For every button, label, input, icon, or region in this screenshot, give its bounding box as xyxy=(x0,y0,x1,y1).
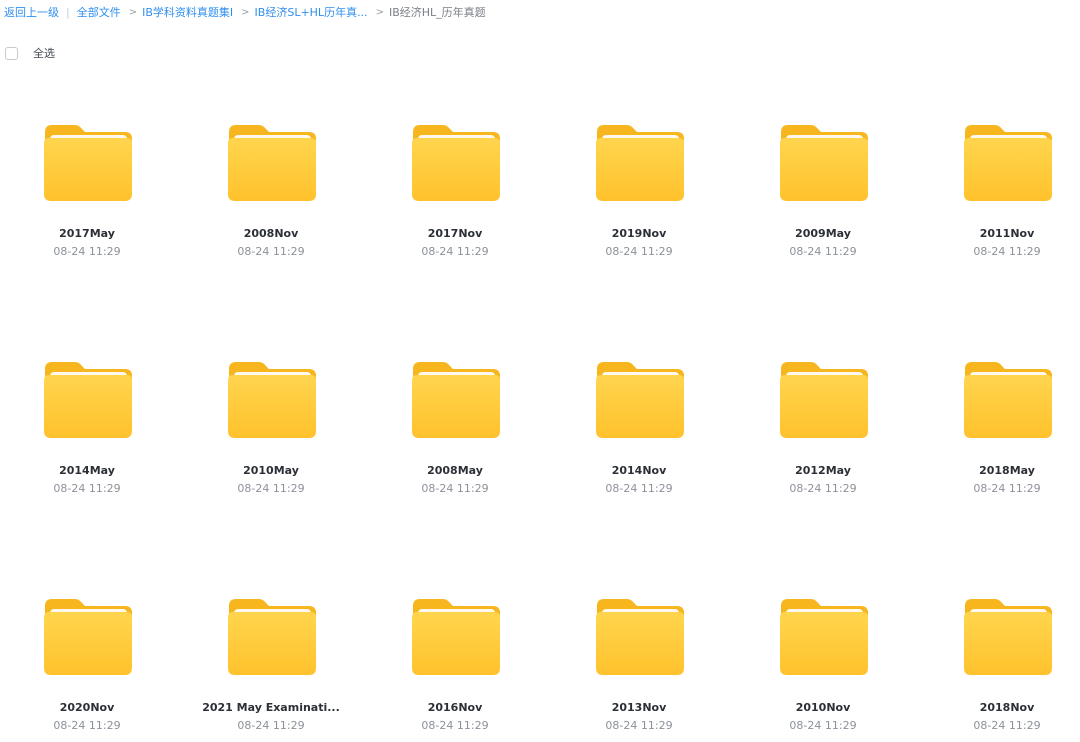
folder-icon xyxy=(964,362,1052,438)
folder-icon xyxy=(596,362,684,438)
folder-date: 08-24 11:29 xyxy=(605,719,673,732)
folder-name: 2010Nov xyxy=(795,701,851,714)
folder-item[interactable]: 2009May 08-24 11:29 xyxy=(748,124,898,264)
folder-item[interactable]: 2018Nov 08-24 11:29 xyxy=(932,598,1080,738)
folder-icon xyxy=(964,599,1052,675)
folder-name: 2008May xyxy=(427,464,483,477)
folder-name: 2010May xyxy=(243,464,299,477)
folder-date: 08-24 11:29 xyxy=(789,719,857,732)
folder-item[interactable]: 2014Nov 08-24 11:29 xyxy=(564,361,714,501)
folder-item[interactable]: 2017May 08-24 11:29 xyxy=(12,124,162,264)
folder-icon xyxy=(780,599,868,675)
folder-icon xyxy=(228,125,316,201)
folder-item[interactable]: 2008May 08-24 11:29 xyxy=(380,361,530,501)
folder-date: 08-24 11:29 xyxy=(605,482,673,495)
folder-icon xyxy=(44,599,132,675)
folder-item[interactable]: 2016Nov 08-24 11:29 xyxy=(380,598,530,738)
folder-date: 08-24 11:29 xyxy=(53,719,121,732)
folder-date: 08-24 11:29 xyxy=(421,245,489,258)
folder-date: 08-24 11:29 xyxy=(237,482,305,495)
folder-icon xyxy=(44,362,132,438)
folder-date: 08-24 11:29 xyxy=(605,245,673,258)
folder-item[interactable]: 2018May 08-24 11:29 xyxy=(932,361,1080,501)
folder-name: 2009May xyxy=(795,227,851,240)
folder-icon xyxy=(44,125,132,201)
folder-name: 2021 May Examinati... xyxy=(202,701,340,714)
folder-item[interactable]: 2020Nov 08-24 11:29 xyxy=(12,598,162,738)
folder-name: 2008Nov xyxy=(243,227,299,240)
file-grid: 2017May 08-24 11:29 2008Nov 08-24 11:29 xyxy=(0,0,1080,742)
folder-name: 2020Nov xyxy=(59,701,115,714)
folder-name: 2017May xyxy=(59,227,115,240)
folder-icon xyxy=(228,599,316,675)
folder-date: 08-24 11:29 xyxy=(53,245,121,258)
folder-name: 2014Nov xyxy=(611,464,667,477)
folder-date: 08-24 11:29 xyxy=(421,719,489,732)
folder-item[interactable]: 2014May 08-24 11:29 xyxy=(12,361,162,501)
folder-date: 08-24 11:29 xyxy=(973,245,1041,258)
folder-date: 08-24 11:29 xyxy=(237,719,305,732)
folder-item[interactable]: 2013Nov 08-24 11:29 xyxy=(564,598,714,738)
folder-name: 2014May xyxy=(59,464,115,477)
folder-icon xyxy=(964,125,1052,201)
folder-name: 2012May xyxy=(795,464,851,477)
folder-icon xyxy=(228,362,316,438)
folder-name: 2011Nov xyxy=(979,227,1035,240)
folder-date: 08-24 11:29 xyxy=(789,482,857,495)
folder-icon xyxy=(596,599,684,675)
folder-icon xyxy=(412,125,500,201)
folder-date: 08-24 11:29 xyxy=(53,482,121,495)
folder-name: 2018Nov xyxy=(979,701,1035,714)
file-browser: 返回上一级 | 全部文件 > IB学科资料真题集I > IB经济SL+HL历年真… xyxy=(0,0,1080,742)
folder-name: 2017Nov xyxy=(427,227,483,240)
folder-date: 08-24 11:29 xyxy=(789,245,857,258)
folder-item[interactable]: 2021 May Examinati... 08-24 11:29 xyxy=(196,598,346,738)
folder-date: 08-24 11:29 xyxy=(421,482,489,495)
folder-date: 08-24 11:29 xyxy=(237,245,305,258)
folder-name: 2016Nov xyxy=(427,701,483,714)
folder-item[interactable]: 2012May 08-24 11:29 xyxy=(748,361,898,501)
folder-icon xyxy=(780,362,868,438)
folder-name: 2013Nov xyxy=(611,701,667,714)
folder-icon xyxy=(412,599,500,675)
folder-icon xyxy=(596,125,684,201)
folder-icon xyxy=(780,125,868,201)
folder-item[interactable]: 2017Nov 08-24 11:29 xyxy=(380,124,530,264)
folder-name: 2019Nov xyxy=(611,227,667,240)
folder-item[interactable]: 2008Nov 08-24 11:29 xyxy=(196,124,346,264)
folder-item[interactable]: 2010May 08-24 11:29 xyxy=(196,361,346,501)
folder-item[interactable]: 2010Nov 08-24 11:29 xyxy=(748,598,898,738)
folder-date: 08-24 11:29 xyxy=(973,482,1041,495)
folder-item[interactable]: 2019Nov 08-24 11:29 xyxy=(564,124,714,264)
folder-name: 2018May xyxy=(979,464,1035,477)
folder-item[interactable]: 2011Nov 08-24 11:29 xyxy=(932,124,1080,264)
folder-icon xyxy=(412,362,500,438)
folder-date: 08-24 11:29 xyxy=(973,719,1041,732)
